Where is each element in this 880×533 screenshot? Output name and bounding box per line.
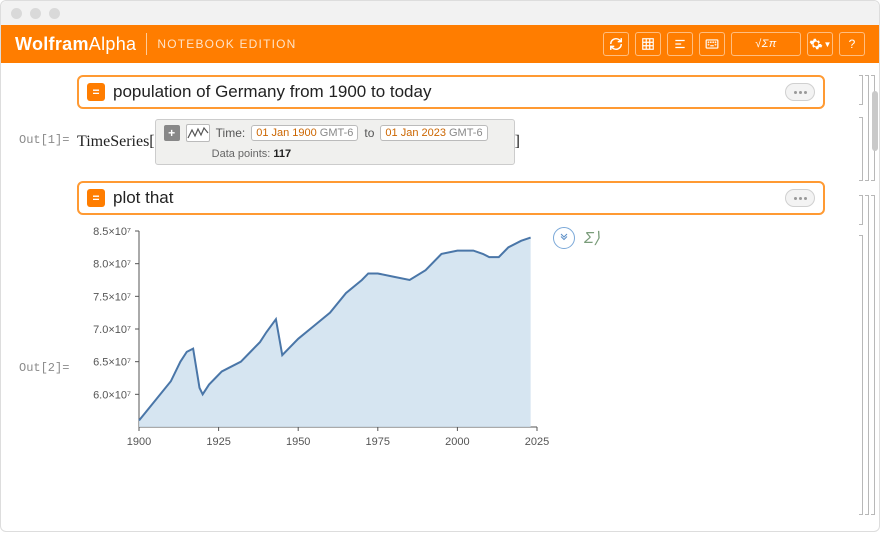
start-date-box[interactable]: 01 Jan 1900 GMT-6	[251, 125, 358, 141]
svg-text:8.0×10⁷: 8.0×10⁷	[93, 259, 131, 271]
brand-divider	[146, 33, 147, 55]
refresh-icon[interactable]	[603, 32, 629, 56]
expand-output-icon[interactable]	[553, 227, 575, 249]
end-date: 01 Jan 2023	[385, 127, 446, 139]
svg-text:8.5×10⁷: 8.5×10⁷	[93, 226, 131, 238]
wolfram-equals-icon: =	[87, 189, 105, 207]
start-date: 01 Jan 1900	[256, 127, 317, 139]
traffic-light-close[interactable]	[11, 8, 22, 19]
input-cell-1[interactable]: = population of Germany from 1900 to tod…	[77, 75, 825, 109]
svg-text:6.5×10⁷: 6.5×10⁷	[93, 357, 131, 369]
traffic-light-min[interactable]	[30, 8, 41, 19]
data-points-label: Data points:	[212, 148, 271, 160]
timeseries-box[interactable]: + Time: 01 Jan 1900 GMT-6 to 01 Jan 2023…	[155, 119, 515, 165]
input-cell-2[interactable]: = plot that	[77, 181, 825, 215]
app-header: WolframAlpha NOTEBOOK EDITION √Σπ ▼ ?	[1, 25, 879, 63]
settings-icon[interactable]: ▼	[807, 32, 833, 56]
notebook-content: Out[1]= Out[2]= = population of Germany …	[1, 63, 879, 533]
svg-text:6.0×10⁷: 6.0×10⁷	[93, 389, 131, 401]
expand-icon[interactable]: +	[164, 125, 180, 141]
data-points-value: 117	[273, 148, 291, 160]
sigma-icon[interactable]: Σ⟩	[581, 227, 603, 249]
format-icon[interactable]	[667, 32, 693, 56]
end-tz: GMT-6	[449, 127, 483, 139]
out1-label: Out[1]=	[19, 133, 69, 147]
ts-prefix: TimeSeries[	[77, 133, 155, 151]
header-toolbar: √Σπ ▼ ?	[603, 32, 865, 56]
to-label: to	[364, 126, 374, 140]
scrollbar-thumb[interactable]	[872, 91, 878, 151]
grid-icon[interactable]	[635, 32, 661, 56]
input-1-text[interactable]: population of Germany from 1900 to today	[113, 82, 777, 102]
cell-menu-2[interactable]	[785, 189, 815, 207]
brand-light: Alpha	[89, 34, 137, 54]
edition-label: NOTEBOOK EDITION	[157, 37, 296, 51]
svg-text:2025: 2025	[525, 436, 549, 448]
svg-text:2000: 2000	[445, 436, 469, 448]
help-icon[interactable]: ?	[839, 32, 865, 56]
end-date-box[interactable]: 01 Jan 2023 GMT-6	[380, 125, 487, 141]
svg-text:1900: 1900	[127, 436, 151, 448]
svg-text:1950: 1950	[286, 436, 310, 448]
out2-label: Out[2]=	[19, 361, 69, 375]
keyboard-icon[interactable]	[699, 32, 725, 56]
start-tz: GMT-6	[320, 127, 354, 139]
svg-text:7.5×10⁷: 7.5×10⁷	[93, 291, 131, 303]
brand-bold: Wolfram	[15, 34, 89, 54]
svg-text:7.0×10⁷: 7.0×10⁷	[93, 324, 131, 336]
cell-menu-1[interactable]	[785, 83, 815, 101]
svg-text:1975: 1975	[366, 436, 390, 448]
traffic-light-max[interactable]	[49, 8, 60, 19]
svg-text:1925: 1925	[206, 436, 230, 448]
window-titlebar	[1, 1, 879, 25]
wolfram-equals-icon: =	[87, 83, 105, 101]
input-2-text[interactable]: plot that	[113, 188, 777, 208]
timeseries-output: TimeSeries[ + Time: 01 Jan 1900 GMT-6 to…	[77, 119, 869, 165]
sparkline-icon	[186, 124, 210, 142]
brand: WolframAlpha	[15, 34, 136, 55]
chart-svg: 6.0×10⁷ 6.5×10⁷ 7.0×10⁷ 7.5×10⁷ 8.0×10⁷ 8.5×1…	[77, 223, 547, 453]
time-label: Time:	[216, 126, 246, 140]
data-points-line: Data points: 117	[164, 148, 506, 160]
population-chart: 6.0×10⁷ 6.5×10⁷ 7.0×10⁷ 7.5×10⁷ 8.0×10⁷ 8.5×1…	[77, 223, 547, 453]
math-palette-button[interactable]: √Σπ	[731, 32, 801, 56]
ts-suffix: ]	[515, 133, 520, 151]
